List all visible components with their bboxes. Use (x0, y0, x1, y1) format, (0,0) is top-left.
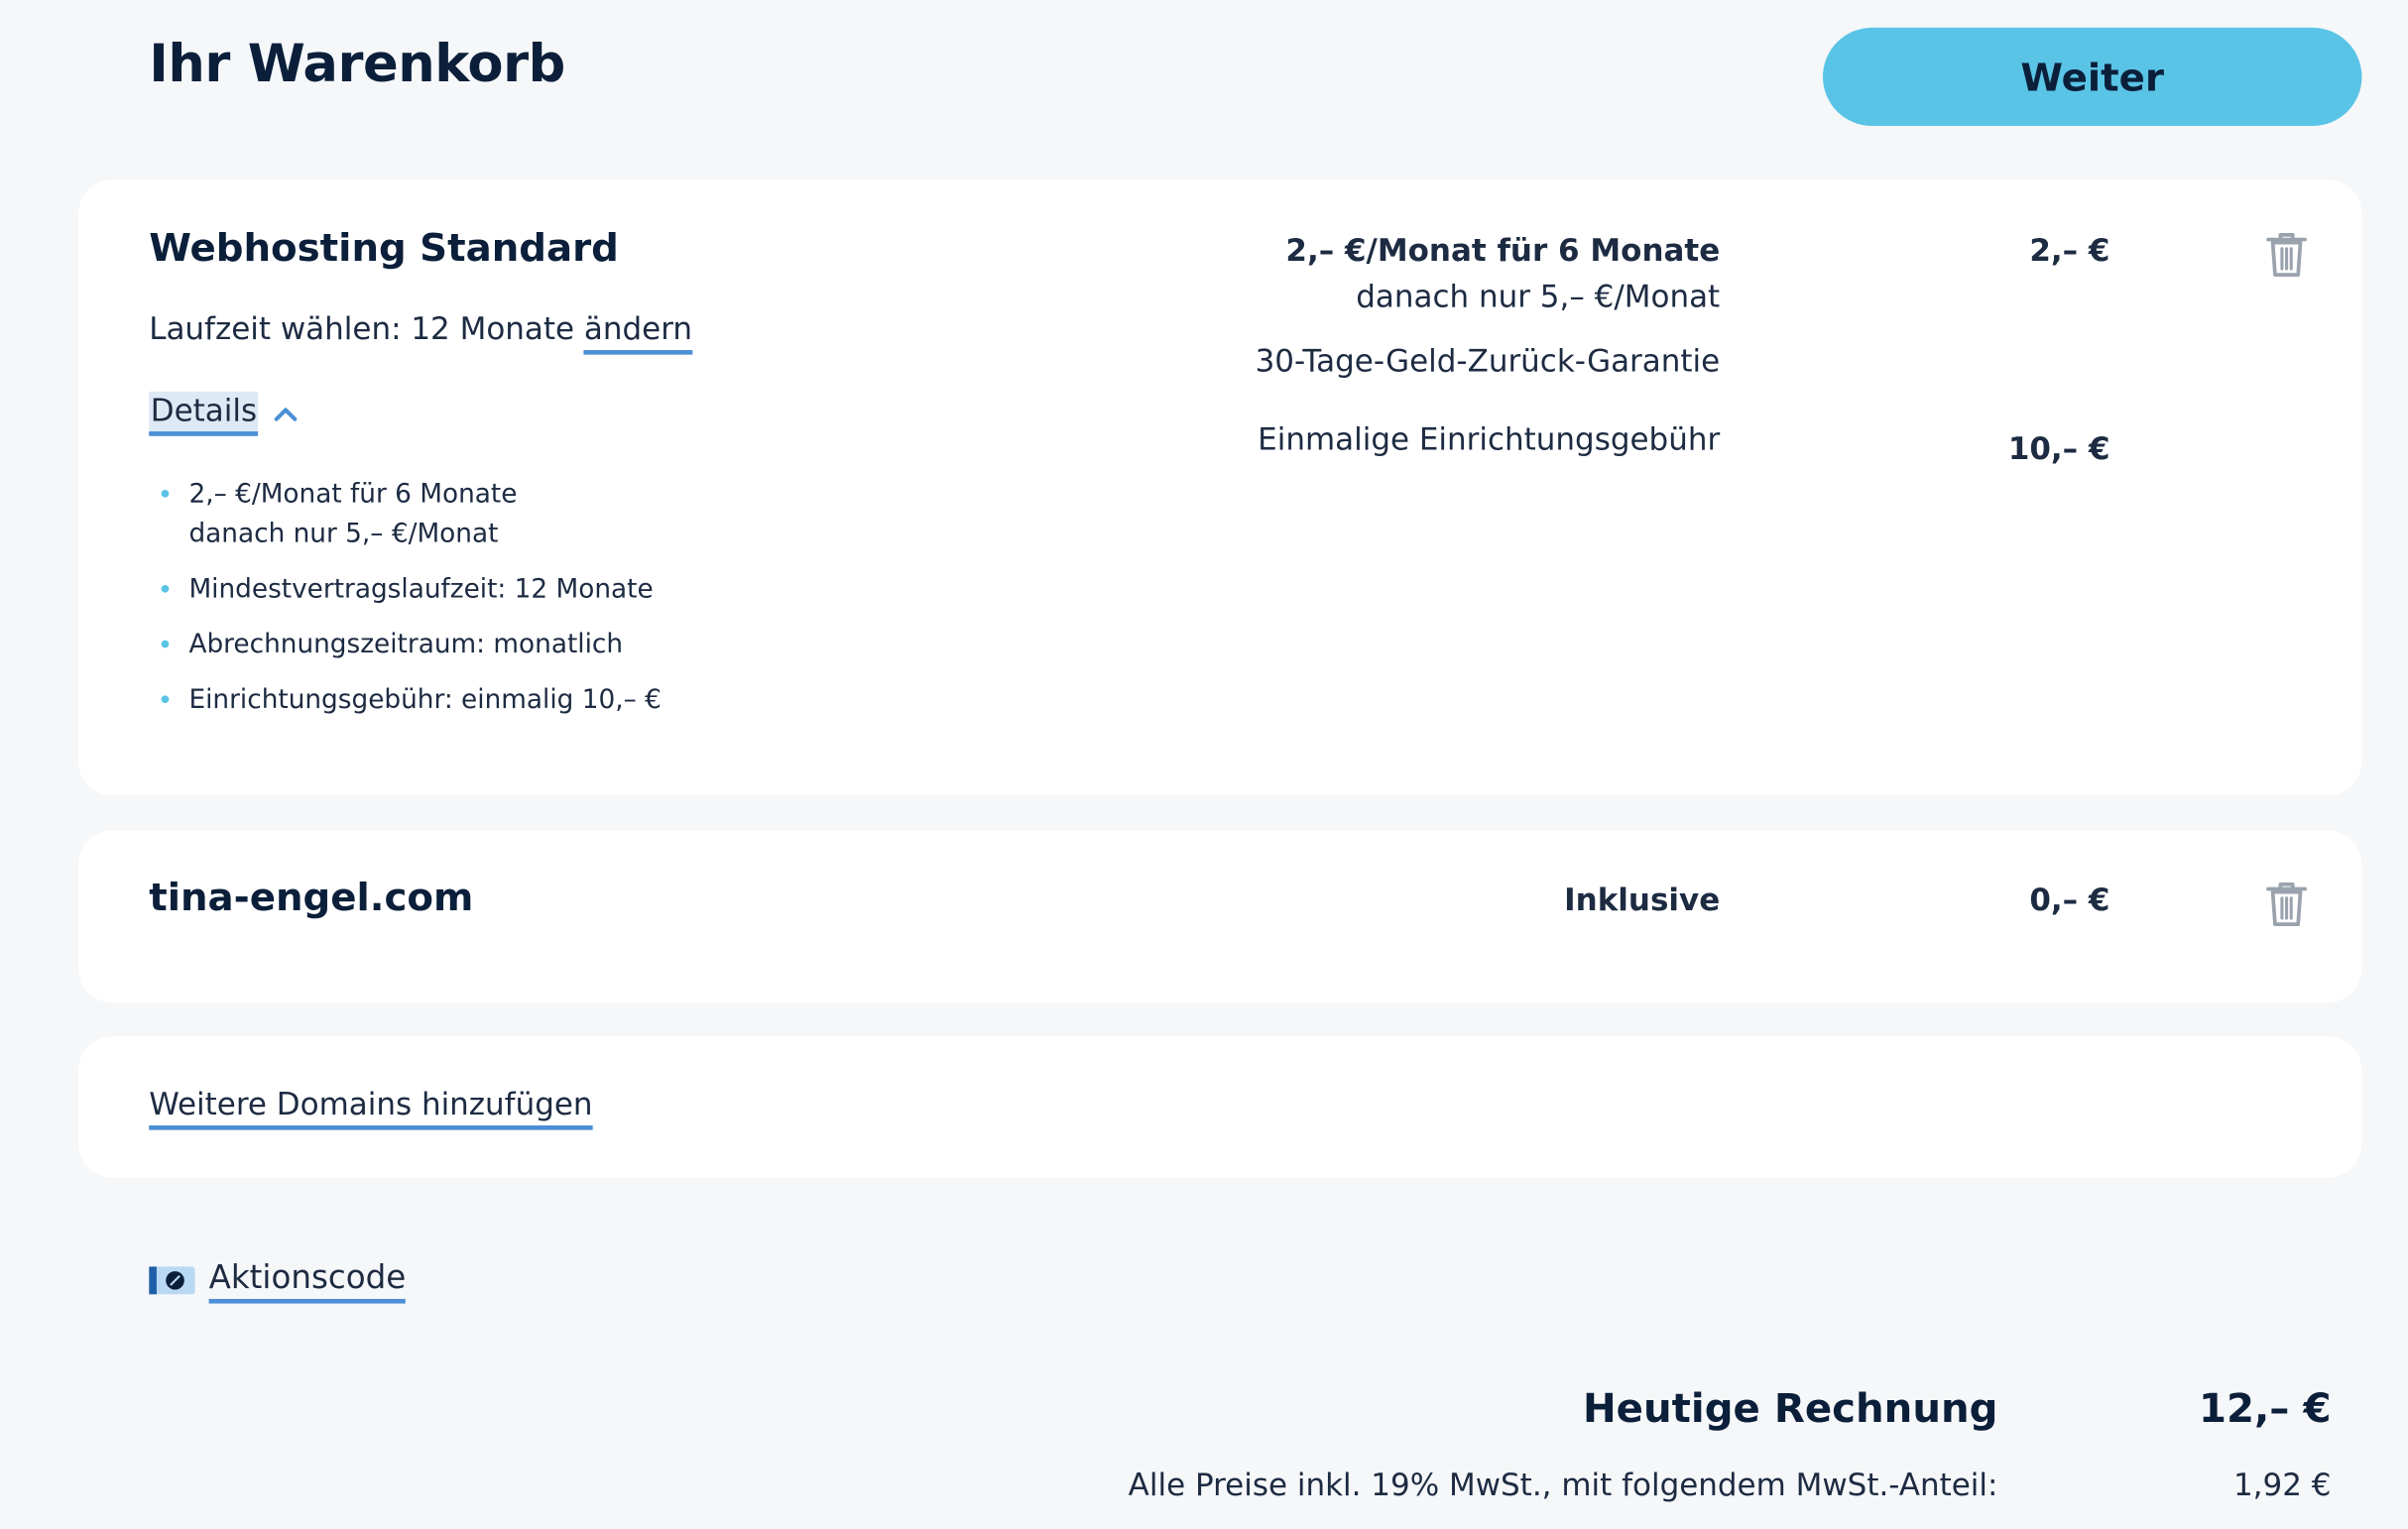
details-label: Details (149, 391, 259, 436)
promo-price: 2,– €/Monat für 6 Monate (1285, 231, 1721, 269)
domain-price: 0,– € (2029, 881, 2110, 918)
guarantee-text: 30-Tage-Geld-Zurück-Garantie (1255, 342, 1721, 380)
list-item: 2,– €/Monat für 6 Monate danach nur 5,– … (161, 474, 662, 554)
chevron-up-icon (275, 407, 298, 420)
coupon-icon (149, 1266, 195, 1295)
domain-name: tina-engel.com (149, 875, 474, 920)
cart-item-hosting: Webhosting Standard Laufzeit wählen: 12 … (77, 179, 2362, 796)
cart-page: Ihr Warenkorb Weiter Webhosting Standard… (0, 0, 2408, 1529)
trash-icon[interactable] (2263, 880, 2309, 929)
item-price: 2,– € (2029, 231, 2110, 269)
add-domains-link[interactable]: Weitere Domains hinzufügen (149, 1086, 593, 1130)
page-title: Ihr Warenkorb (149, 34, 565, 96)
list-item: Mindestvertragslaufzeit: 12 Monate (161, 569, 662, 609)
cart-item-domain: tina-engel.com Inklusive 0,– € (77, 830, 2362, 1003)
term-label: Laufzeit wählen: 12 Monate (149, 309, 575, 347)
total-label: Heutige Rechnung (1582, 1386, 1998, 1433)
total-amount: 12,– € (2198, 1386, 2332, 1433)
details-toggle[interactable]: Details (149, 391, 299, 436)
regular-price: danach nur 5,– €/Monat (1356, 278, 1721, 315)
domain-status: Inklusive (1564, 881, 1721, 918)
tax-note: Alle Preise inkl. 19% MwSt., mit folgend… (1128, 1466, 1998, 1503)
add-domains-card: Weitere Domains hinzufügen (77, 1036, 2362, 1178)
promo-code-link[interactable]: Aktionscode (208, 1259, 407, 1304)
trash-icon[interactable] (2263, 230, 2309, 280)
list-item: Einrichtungsgebühr: einmalig 10,– € (161, 680, 662, 720)
term-selector: Laufzeit wählen: 12 Monate ändern (149, 309, 693, 355)
change-term-link[interactable]: ändern (583, 309, 693, 355)
list-item: Abrechnungszeitraum: monatlich (161, 625, 662, 664)
setup-fee-price: 10,– € (2007, 429, 2110, 467)
product-name: Webhosting Standard (149, 225, 619, 271)
details-list: 2,– €/Monat für 6 Monate danach nur 5,– … (161, 474, 662, 735)
continue-button[interactable]: Weiter (1822, 27, 2362, 126)
setup-fee-label: Einmalige Einrichtungsgebühr (1258, 420, 1721, 458)
tax-amount: 1,92 € (2232, 1466, 2332, 1503)
